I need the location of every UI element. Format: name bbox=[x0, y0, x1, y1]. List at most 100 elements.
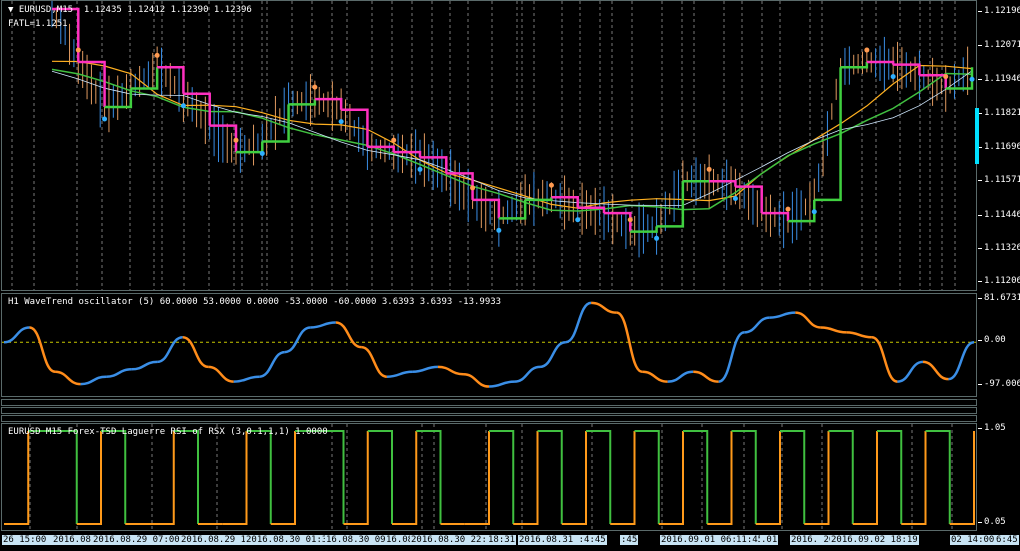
green-moving-average-line bbox=[51, 68, 973, 212]
wavetrend-line-segment bbox=[846, 331, 872, 339]
buy-signal-dot bbox=[102, 116, 108, 122]
price-axis-tick bbox=[978, 45, 982, 46]
price-axis[interactable]: 1.12196 1.12071 1.11946 1.11821 1.11696 1.115… bbox=[975, 0, 1020, 291]
sell-signal-dot bbox=[943, 74, 949, 80]
ohlc-values: 1.12435 1.12412 1.12390 1.12396 bbox=[83, 5, 252, 15]
laguerre-rsi-step bbox=[634, 430, 660, 524]
laguerre-rsi-step bbox=[270, 431, 296, 525]
laguerre-rsi-step bbox=[222, 431, 248, 525]
laguerre-rsi-canvas[interactable] bbox=[2, 424, 976, 530]
wavetrend-line-segment bbox=[156, 336, 183, 364]
laguerre-rsi-step bbox=[246, 430, 272, 524]
wavetrend-line-segment bbox=[565, 301, 592, 344]
laguerre-rsi-step bbox=[101, 430, 127, 524]
buy-signal-dot bbox=[811, 209, 817, 215]
laguerre-rsi-step bbox=[76, 431, 102, 525]
laguerre-rsi-step bbox=[901, 431, 927, 525]
price-axis-tick bbox=[978, 180, 982, 181]
laguerre-rsi-step bbox=[586, 430, 612, 524]
wavetrend-line-segment bbox=[437, 365, 464, 376]
sell-signal-dot bbox=[470, 185, 476, 191]
buy-signal-dot bbox=[732, 196, 738, 202]
wavetrend-line-segment bbox=[820, 326, 847, 334]
dropdown-triangle-icon[interactable]: ▼ bbox=[8, 5, 19, 15]
wavetrend-line-segment bbox=[208, 365, 234, 383]
wavetrend-line-segment bbox=[693, 370, 719, 383]
price-axis-label: 1.11821 bbox=[984, 108, 1020, 118]
wavetrend-line-segment bbox=[539, 340, 566, 369]
wavetrend-line-segment bbox=[642, 370, 668, 383]
laguerre-rsi-step bbox=[755, 431, 781, 525]
fatl-label: FATL=1.1251 bbox=[8, 19, 68, 29]
wavetrend-line-segment bbox=[131, 360, 158, 371]
laguerre-rsi-step bbox=[707, 431, 733, 525]
empty-pane-1[interactable] bbox=[1, 399, 977, 406]
laguerre-rsi-step bbox=[877, 430, 903, 524]
laguerre-rsi-axis[interactable]: 1.05 0.05 bbox=[978, 423, 1020, 531]
laguerre-rsi-step bbox=[828, 430, 854, 524]
buy-signal-dot bbox=[417, 166, 423, 172]
wavetrend-line-segment bbox=[948, 340, 975, 381]
symbol-label: EURUSD,M15 bbox=[18, 5, 74, 15]
current-price-marker bbox=[975, 108, 979, 164]
wavetrend-line-segment bbox=[744, 316, 770, 334]
laguerre-rsi-step bbox=[852, 431, 878, 525]
rsi-axis-tick bbox=[978, 428, 982, 429]
price-axis-label: 1.12196 bbox=[984, 6, 1020, 16]
wavetrend-line-segment bbox=[488, 380, 515, 388]
wavetrend-canvas[interactable] bbox=[2, 294, 976, 396]
time-axis-label: 18:31 bbox=[487, 535, 517, 545]
laguerre-rsi-title: EURUSD M15 Forex-TSD Laguerre RSI of RSX… bbox=[8, 427, 328, 437]
wavetrend-pane[interactable]: H1 WaveTrend oscillator (5) 60.0000 53.0… bbox=[1, 293, 977, 397]
laguerre-rsi-step bbox=[149, 431, 175, 525]
laguerre-rsi-step bbox=[489, 430, 515, 524]
wavetrend-line-segment bbox=[258, 350, 286, 378]
laguerre-rsi-step bbox=[804, 431, 830, 525]
sell-signal-dot bbox=[548, 182, 554, 188]
time-axis-label: :45 bbox=[620, 535, 639, 545]
wavetrend-axis-label: -97.0061 bbox=[984, 379, 1020, 389]
time-axis-label: 2016.08. bbox=[52, 535, 98, 545]
price-axis-tick bbox=[978, 11, 982, 12]
buy-signal-dot bbox=[259, 150, 265, 156]
sell-signal-dot bbox=[391, 137, 397, 143]
wavetrend-axis-label: 81.6731 bbox=[984, 293, 1020, 303]
laguerre-rsi-pane[interactable]: EURUSD M15 Forex-TSD Laguerre RSI of RSX… bbox=[1, 423, 977, 531]
wavetrend-line-segment bbox=[591, 301, 617, 314]
sell-signal-dot bbox=[312, 84, 318, 90]
laguerre-rsi-step bbox=[949, 431, 975, 525]
price-chart-canvas[interactable] bbox=[2, 1, 976, 290]
wavetrend-axis-label: 0.00 bbox=[984, 335, 1006, 345]
sell-signal-dot bbox=[864, 47, 870, 53]
time-axis-label: .01 bbox=[760, 535, 779, 545]
laguerre-rsi-step bbox=[610, 431, 636, 525]
time-axis-label: 2016.09.02 18:19 bbox=[830, 535, 919, 545]
wavetrend-line-segment bbox=[795, 311, 821, 329]
price-chart-pane[interactable]: ▼ EURUSD,M15 1.12435 1.12412 1.12390 1.1… bbox=[1, 0, 977, 291]
laguerre-rsi-step bbox=[319, 430, 345, 524]
wavetrend-line-segment bbox=[897, 360, 924, 383]
price-axis-tick bbox=[978, 215, 982, 216]
wavetrend-line-segment bbox=[54, 370, 81, 386]
rsi-axis-label: 1.05 bbox=[984, 423, 1006, 433]
wavetrend-line-segment bbox=[3, 326, 30, 344]
wavetrend-axis[interactable]: 81.6731 0.00 -97.0061 bbox=[978, 293, 1020, 397]
wavetrend-line-segment bbox=[667, 370, 694, 383]
sell-signal-dot bbox=[785, 206, 791, 212]
laguerre-rsi-step bbox=[683, 430, 709, 524]
price-axis-label: 1.11696 bbox=[984, 142, 1020, 152]
price-axis-label: 1.12071 bbox=[984, 40, 1020, 50]
time-axis-label: 2016.08.29 07:00 bbox=[92, 535, 181, 545]
wavetrend-line-segment bbox=[29, 326, 56, 374]
empty-pane-3[interactable] bbox=[1, 415, 977, 422]
buy-signal-dot bbox=[969, 76, 975, 82]
wavetrend-axis-tick bbox=[978, 298, 982, 299]
price-axis-tick bbox=[978, 248, 982, 249]
symbol-ohlc-label: ▼ EURUSD,M15 1.12435 1.12412 1.12390 1.1… bbox=[8, 5, 252, 15]
sell-signal-dot bbox=[233, 137, 239, 143]
laguerre-rsi-step bbox=[392, 431, 418, 525]
laguerre-rsi-step bbox=[52, 430, 78, 524]
time-axis[interactable]: 26 15:00 7: 2016.08. 2016.08.29 07:00 2016.… bbox=[0, 531, 1020, 551]
empty-pane-2[interactable] bbox=[1, 407, 977, 414]
sell-signal-dot bbox=[627, 217, 633, 223]
